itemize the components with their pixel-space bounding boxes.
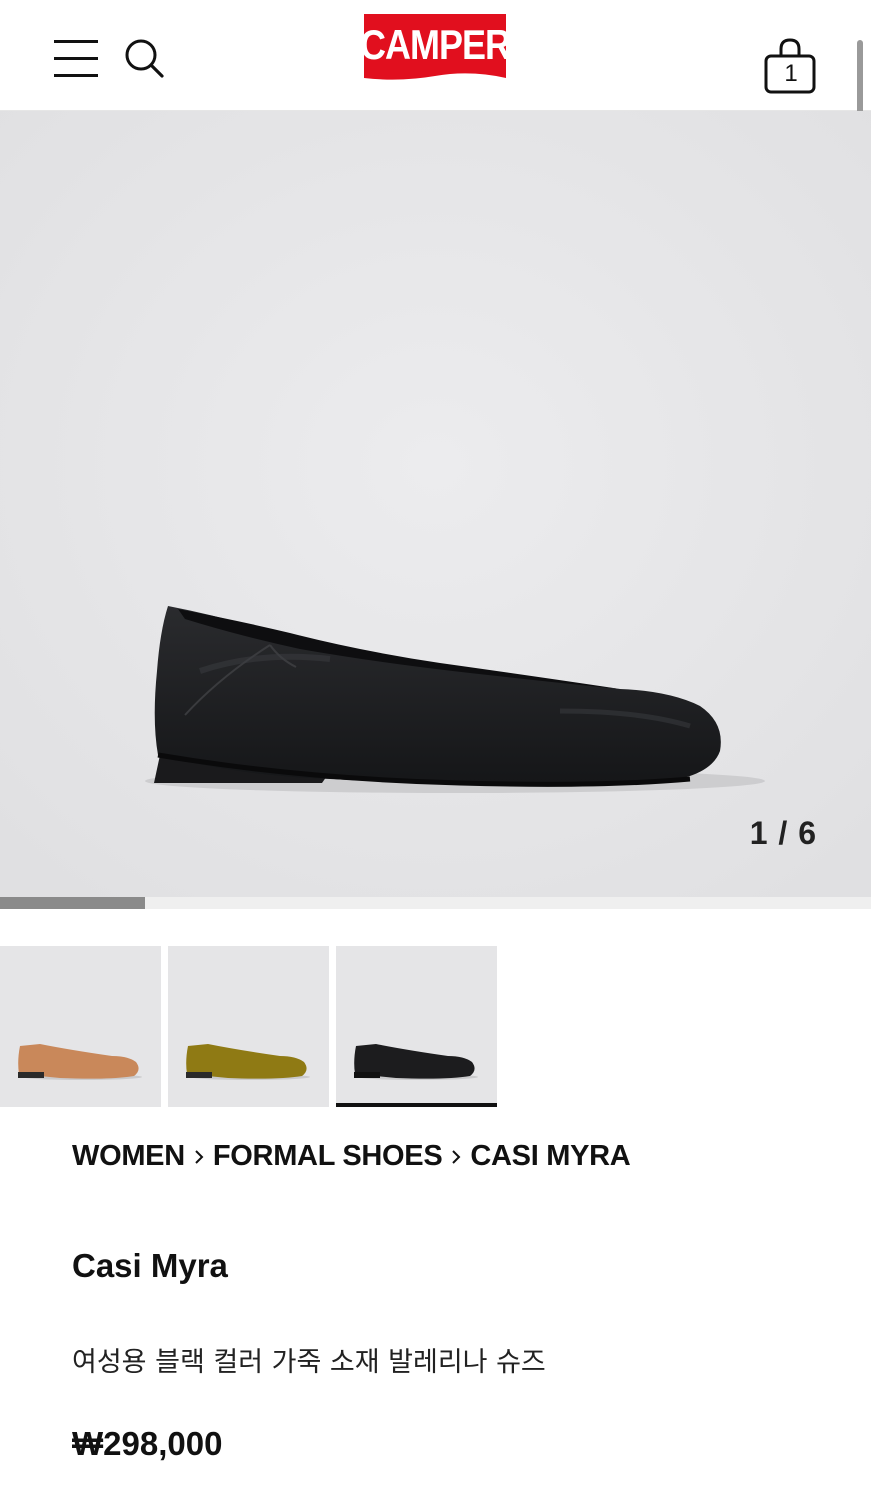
search-button[interactable] bbox=[122, 36, 168, 82]
color-thumb-tan[interactable] bbox=[0, 946, 161, 1107]
camper-logo[interactable]: CAMPER bbox=[360, 12, 512, 86]
product-title: Casi Myra bbox=[72, 1247, 228, 1284]
chevron-right-icon bbox=[442, 1140, 470, 1173]
gallery-progress-fill bbox=[0, 897, 146, 909]
top-header: CAMPER 1 bbox=[0, 0, 871, 111]
product-image-shoe bbox=[0, 111, 871, 897]
thumb-image-olive bbox=[186, 1044, 310, 1080]
active-color-indicator bbox=[336, 1103, 497, 1107]
image-counter: 1 / 6 bbox=[749, 815, 817, 851]
chevron-right-icon bbox=[185, 1140, 213, 1173]
product-description: 여성용 블랙 컬러 가죽 소재 발레리나 슈즈 bbox=[72, 1347, 546, 1378]
color-thumb-olive[interactable] bbox=[168, 946, 329, 1107]
color-thumb-black[interactable] bbox=[336, 946, 497, 1107]
search-icon bbox=[125, 39, 164, 78]
breadcrumb: WOMEN FORMAL SHOES CASI MYRA bbox=[72, 1140, 631, 1173]
gallery-progress bbox=[0, 897, 871, 909]
breadcrumb-formal-shoes[interactable]: FORMAL SHOES bbox=[213, 1140, 443, 1173]
breadcrumb-casi-myra[interactable]: CASI MYRA bbox=[470, 1140, 630, 1173]
product-image-main[interactable]: 1 / 6 bbox=[0, 111, 871, 897]
menu-icon bbox=[54, 40, 98, 77]
menu-button[interactable] bbox=[50, 36, 102, 82]
cart-count: 1 bbox=[784, 60, 798, 87]
breadcrumb-women[interactable]: WOMEN bbox=[72, 1140, 185, 1173]
product-price: ₩298,000 bbox=[72, 1425, 223, 1462]
thumb-image-black bbox=[354, 1044, 478, 1080]
thumb-image-tan bbox=[18, 1044, 142, 1080]
brand-wordmark: CAMPER bbox=[362, 23, 508, 69]
cart-button[interactable]: 1 bbox=[762, 36, 820, 96]
